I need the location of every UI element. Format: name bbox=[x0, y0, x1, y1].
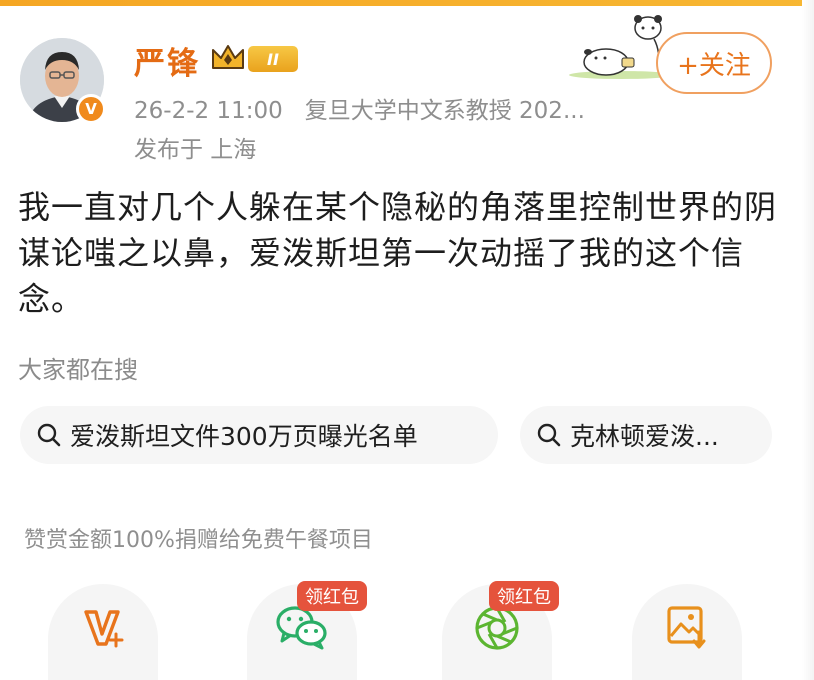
post-location: 发布于 上海 bbox=[134, 137, 257, 163]
save-image-button[interactable] bbox=[632, 584, 742, 680]
red-packet-badge[interactable]: 领红包 bbox=[489, 581, 559, 611]
search-chip[interactable]: 爱泼斯坦文件300万页曝光名单 bbox=[20, 406, 498, 464]
reward-v-icon bbox=[84, 610, 124, 648]
author-name[interactable]: 严锋 bbox=[134, 38, 200, 83]
right-edge-shadow bbox=[802, 0, 814, 680]
follow-button[interactable]: +关注 bbox=[656, 32, 772, 94]
post-time: 26-2-2 11:00 bbox=[134, 98, 283, 124]
red-packet-badge[interactable]: 领红包 bbox=[297, 581, 367, 611]
author-bio: 复旦大学中文系教授 202... bbox=[304, 98, 585, 124]
search-chip[interactable]: 克林顿爱泼... bbox=[520, 406, 772, 464]
verified-badge-icon: V bbox=[76, 94, 106, 124]
moments-icon bbox=[475, 606, 519, 650]
save-image-icon bbox=[667, 606, 706, 649]
crown-icon bbox=[212, 45, 244, 69]
search-chip-label: 克林顿爱泼... bbox=[570, 422, 719, 451]
post-content: 我一直对几个人躲在某个隐秘的角落里控制世界的阴谋论嗤之以鼻，爱泼斯坦第一次动摇了… bbox=[18, 188, 778, 318]
search-chip-label: 爱泼斯坦文件300万页曝光名单 bbox=[70, 422, 418, 451]
search-icon bbox=[37, 423, 61, 447]
reward-note: 赞赏金额100%捐赠给免费午餐项目 bbox=[24, 528, 373, 553]
trending-search-heading: 大家都在搜 bbox=[18, 356, 138, 384]
top-strip bbox=[0, 0, 814, 6]
post-meta: 26-2-2 11:00 复旦大学中文系教授 202... bbox=[134, 91, 585, 125]
search-icon bbox=[537, 423, 561, 447]
level-badge: II bbox=[248, 46, 298, 72]
reward-button[interactable] bbox=[48, 584, 158, 680]
